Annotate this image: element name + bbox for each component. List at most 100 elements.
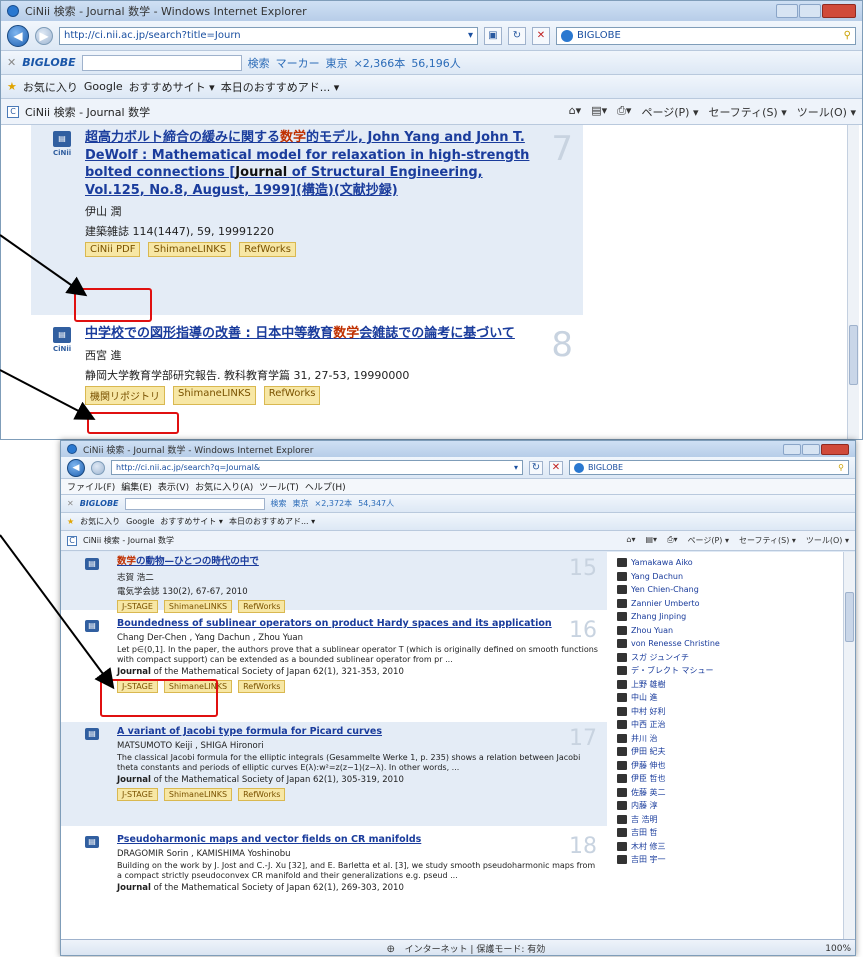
print-icon[interactable]: ⎙▾: [617, 104, 631, 120]
sidebar-author-name[interactable]: 上野 雄樹: [631, 679, 666, 690]
sidebar-author-name[interactable]: 吉田 哲: [631, 827, 658, 838]
tools-menu[interactable]: ツール(O) ▾: [797, 104, 856, 120]
favorites-label[interactable]: お気に入り: [80, 516, 120, 527]
zoom-level[interactable]: 100%: [825, 944, 851, 954]
feed-icon[interactable]: ▤▾: [591, 104, 607, 120]
biglobe-search-input[interactable]: [81, 54, 242, 71]
window-controls[interactable]: [783, 443, 849, 455]
weather-tokyo[interactable]: 東京: [326, 55, 348, 71]
print-icon[interactable]: ⎙▾: [667, 535, 677, 546]
google-link[interactable]: Google: [126, 517, 154, 526]
feed-icon[interactable]: ▤▾: [646, 535, 658, 546]
stop-icon[interactable]: ✕: [549, 460, 563, 475]
stop-icon[interactable]: ✕: [532, 26, 550, 45]
home-icon[interactable]: ⌂▾: [626, 535, 635, 546]
back-button[interactable]: ◀: [7, 24, 29, 47]
refworks-link[interactable]: RefWorks: [263, 385, 321, 405]
today-recommend[interactable]: 本日のおすすめアド... ▾: [229, 516, 315, 527]
sidebar-author-name[interactable]: Yang Dachun: [631, 572, 683, 581]
shimanelinks-link[interactable]: ShimaneLINKS: [163, 787, 233, 801]
close-button[interactable]: [821, 443, 849, 455]
sidebar-author-name[interactable]: 伊藤 伸也: [631, 760, 666, 771]
sidebar-author-name[interactable]: 吉 浩明: [631, 814, 658, 825]
sidebar-author-name[interactable]: 佐藤 英二: [631, 787, 666, 798]
page-menu[interactable]: ページ(P) ▾: [641, 104, 698, 120]
sidebar-author-name[interactable]: Zannier Umberto: [631, 599, 699, 608]
maximize-button[interactable]: [799, 4, 821, 18]
back-address-input[interactable]: http://ci.nii.ac.jp/search?title=Journ ▾: [59, 26, 478, 45]
sidebar-author-item[interactable]: Yen Chien-Chang: [617, 583, 839, 597]
window-controls[interactable]: [776, 4, 856, 18]
back-scrollbar[interactable]: [847, 125, 859, 439]
menu-edit[interactable]: 編集(E): [121, 480, 152, 493]
sidebar-author-item[interactable]: Zhang Jinping: [617, 610, 839, 624]
back-button[interactable]: ◀: [67, 458, 85, 477]
minimize-button[interactable]: [776, 4, 798, 18]
today-recommend[interactable]: 本日のおすすめアド... ▾: [221, 79, 340, 95]
compat-icon[interactable]: ▣: [484, 26, 502, 45]
weather-tokyo[interactable]: 東京: [293, 498, 309, 509]
sidebar-author-name[interactable]: 内藤 淳: [631, 800, 658, 811]
sidebar-author-name[interactable]: 木村 修三: [631, 841, 666, 852]
shimanelinks-link[interactable]: ShimaneLINKS: [163, 599, 233, 613]
result-author[interactable]: 西宮 進: [85, 347, 575, 363]
sidebar-author-item[interactable]: 佐藤 英二: [617, 786, 839, 800]
sidebar-author-name[interactable]: 中山 進: [631, 692, 658, 703]
jstage-link[interactable]: J-STAGE: [117, 787, 158, 801]
shimanelinks-link[interactable]: ShimaneLINKS: [148, 242, 232, 258]
safety-menu[interactable]: セーフティ(S) ▾: [708, 104, 786, 120]
front-address-input[interactable]: http://ci.nii.ac.jp/search?q=Journal& ▾: [111, 460, 523, 475]
menu-help[interactable]: ヘルプ(H): [305, 480, 346, 493]
cinii-pdf-link[interactable]: CiNii PDF: [85, 242, 141, 258]
sidebar-author-item[interactable]: 吉田 哲: [617, 826, 839, 840]
sidebar-author-item[interactable]: 中村 好利: [617, 705, 839, 719]
shimanelinks-link[interactable]: ShimaneLINKS: [173, 385, 256, 405]
google-link[interactable]: Google: [84, 80, 123, 93]
biglobe-search-button[interactable]: 検索: [271, 498, 287, 509]
sidebar-author-item[interactable]: von Renesse Christine: [617, 637, 839, 651]
sidebar-author-item[interactable]: 吉田 宇一: [617, 853, 839, 867]
result-author[interactable]: Chang Der-Chen , Yang Dachun , Zhou Yuan: [117, 633, 599, 643]
result-title[interactable]: 数学の動物—ひとつの時代の中で: [117, 556, 599, 569]
sidebar-author-name[interactable]: Zhou Yuan: [631, 626, 673, 635]
sidebar-author-name[interactable]: Yamakawa Aiko: [631, 558, 693, 567]
sidebar-author-item[interactable]: デ・ブレクト マシュー: [617, 664, 839, 678]
page-menu[interactable]: ページ(P) ▾: [688, 535, 729, 546]
biglobe-search-input[interactable]: [124, 497, 265, 510]
back-search-box[interactable]: BIGLOBE ⚲: [556, 26, 856, 45]
sidebar-author-name[interactable]: 中村 好利: [631, 706, 666, 717]
result-author[interactable]: DRAGOMIR Sorin , KAMISHIMA Yoshinobu: [117, 849, 599, 859]
maximize-button[interactable]: [802, 443, 820, 455]
sidebar-author-name[interactable]: 伊臣 哲也: [631, 773, 666, 784]
recommended-sites[interactable]: おすすめサイト ▾: [160, 516, 223, 527]
jstage-link[interactable]: J-STAGE: [117, 599, 158, 613]
sidebar-author-item[interactable]: Yang Dachun: [617, 570, 839, 584]
safety-menu[interactable]: セーフティ(S) ▾: [739, 535, 796, 546]
sidebar-author-name[interactable]: Zhang Jinping: [631, 612, 686, 621]
menu-file[interactable]: ファイル(F): [67, 480, 115, 493]
front-tab[interactable]: CiNii 検索 - Journal 数学: [83, 535, 174, 546]
refresh-icon[interactable]: ↻: [529, 460, 543, 475]
sidebar-author-item[interactable]: Yamakawa Aiko: [617, 556, 839, 570]
biglobe-search-button[interactable]: 検索: [248, 55, 270, 71]
result-author[interactable]: 伊山 潤: [85, 203, 575, 219]
menu-view[interactable]: 表示(V): [158, 480, 189, 493]
sidebar-author-item[interactable]: 伊藤 伸也: [617, 759, 839, 773]
sidebar-author-item[interactable]: スガ ジュンイチ: [617, 651, 839, 665]
refworks-link[interactable]: RefWorks: [238, 679, 286, 693]
favorites-label[interactable]: お気に入り: [23, 79, 78, 95]
sidebar-author-name[interactable]: デ・ブレクト マシュー: [631, 665, 714, 676]
menu-favorites[interactable]: お気に入り(A): [195, 480, 253, 493]
repository-link[interactable]: 機関リポジトリ: [85, 385, 165, 405]
refworks-link[interactable]: RefWorks: [238, 599, 286, 613]
front-search-box[interactable]: BIGLOBE ⚲: [569, 460, 849, 475]
marker-button[interactable]: マーカー: [276, 55, 320, 71]
home-icon[interactable]: ⌂▾: [569, 104, 582, 120]
result-author[interactable]: MATSUMOTO Keiji , SHIGA Hironori: [117, 741, 599, 751]
sidebar-author-name[interactable]: 井川 治: [631, 733, 658, 744]
sidebar-author-item[interactable]: 伊臣 哲也: [617, 772, 839, 786]
result-title[interactable]: Boundedness of sublinear operators on pr…: [117, 618, 599, 631]
result-title[interactable]: A variant of Jacobi type formula for Pic…: [117, 726, 599, 739]
result-title[interactable]: 中学校での図形指導の改善 : 日本中等教育数学会雑誌での論考に基づいて: [85, 325, 575, 343]
sidebar-author-name[interactable]: 吉田 宇一: [631, 854, 666, 865]
